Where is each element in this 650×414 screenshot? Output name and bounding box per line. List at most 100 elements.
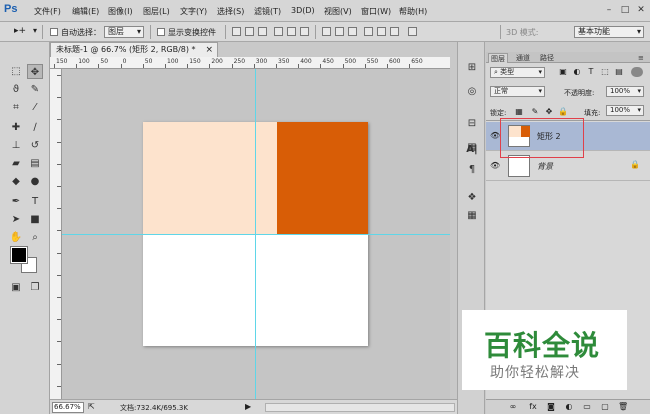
align-center-icon[interactable] bbox=[287, 27, 296, 36]
adjustment-layer-icon[interactable]: ◐ bbox=[564, 402, 574, 412]
menu-image[interactable]: 图像(I) bbox=[108, 6, 133, 17]
menu-layer[interactable]: 图层(L) bbox=[143, 6, 170, 17]
screen-mode-icon[interactable]: ❐ bbox=[27, 280, 43, 295]
layer-style-icon[interactable]: fx bbox=[528, 402, 538, 412]
filter-smart-object-icon[interactable]: ▤ bbox=[614, 67, 624, 77]
opacity-field[interactable]: 100% bbox=[606, 86, 644, 97]
auto-select-target-select[interactable]: 图层 bbox=[104, 26, 144, 38]
adjustments-panel-icon[interactable]: ⊟ bbox=[464, 116, 480, 132]
menu-help[interactable]: 帮助(H) bbox=[399, 6, 427, 17]
panel-menu-icon[interactable]: ≡ bbox=[636, 53, 646, 63]
pen-tool-icon[interactable]: ✒ bbox=[8, 194, 24, 209]
healing-brush-tool-icon[interactable]: ✚ bbox=[8, 120, 24, 135]
history-brush-tool-icon[interactable]: ↺ bbox=[27, 138, 43, 153]
ruler-vertical[interactable] bbox=[50, 69, 62, 399]
document-tab[interactable]: 未标题-1 @ 66.7% (矩形 2, RGB/8) * × bbox=[50, 42, 218, 57]
clone-stamp-tool-icon[interactable]: ⊥ bbox=[8, 138, 24, 153]
minimize-icon[interactable]: – bbox=[602, 4, 616, 16]
crop-tool-icon[interactable]: ⌗ bbox=[8, 100, 24, 115]
paragraph-panel-icon[interactable]: ¶ bbox=[464, 162, 480, 178]
zoom-tool-icon[interactable]: ⌕ bbox=[27, 230, 43, 245]
menu-type[interactable]: 文字(Y) bbox=[180, 6, 207, 17]
zoom-level-field[interactable]: 66.67% bbox=[52, 402, 84, 413]
filter-toggle[interactable] bbox=[631, 67, 643, 77]
menu-3d[interactable]: 3D(D) bbox=[291, 6, 315, 15]
link-layers-icon[interactable]: ∞ bbox=[508, 402, 518, 412]
grid-panel-icon[interactable]: ▦ bbox=[464, 208, 480, 224]
show-transform-checkbox[interactable] bbox=[157, 28, 165, 36]
dodge-tool-icon[interactable]: ● bbox=[27, 174, 43, 189]
ruler-horizontal[interactable]: 150 100 50 0 50 100 150 200 250 300 350 400 450 500 55… bbox=[50, 57, 450, 69]
blur-tool-icon[interactable]: ◆ bbox=[8, 174, 24, 189]
menu-window[interactable]: 窗口(W) bbox=[361, 6, 391, 17]
visibility-eye-icon[interactable]: 👁 bbox=[490, 161, 500, 170]
lasso-tool-icon[interactable]: ϑ bbox=[8, 82, 24, 97]
align-right-icon[interactable] bbox=[300, 27, 309, 36]
quick-mask-icon[interactable]: ▣ bbox=[8, 280, 24, 295]
history-panel-icon[interactable]: ⊞ bbox=[464, 60, 480, 76]
filter-pixel-icon[interactable]: ▣ bbox=[558, 67, 568, 77]
restore-icon[interactable]: □ bbox=[618, 4, 632, 16]
hand-tool-icon[interactable]: ✋ bbox=[8, 230, 24, 245]
move-tool-preset-icon[interactable]: ▸+ bbox=[14, 26, 26, 36]
distribute-top-icon[interactable] bbox=[322, 27, 331, 36]
peach-rectangle[interactable] bbox=[143, 122, 277, 235]
close-document-icon[interactable]: × bbox=[205, 43, 213, 57]
distribute-center-icon[interactable] bbox=[377, 27, 386, 36]
brush-tool-icon[interactable]: ∕ bbox=[27, 120, 43, 135]
type-tool-icon[interactable]: T bbox=[27, 194, 43, 209]
status-menu-arrow-icon[interactable]: ▶ bbox=[245, 402, 251, 411]
workspace-select[interactable]: 基本功能 bbox=[574, 26, 644, 38]
new-layer-icon[interactable]: ▢ bbox=[600, 402, 610, 412]
actions-panel-icon[interactable]: ◎ bbox=[464, 84, 480, 100]
lock-position-icon[interactable]: ✥ bbox=[544, 107, 554, 117]
align-top-icon[interactable] bbox=[232, 27, 241, 36]
canvas-area[interactable] bbox=[62, 69, 450, 399]
marquee-tool-icon[interactable]: ⬚ bbox=[8, 64, 24, 79]
preset-dropdown-icon[interactable]: ▾ bbox=[33, 26, 37, 35]
filter-type-icon[interactable]: T bbox=[586, 67, 596, 77]
menu-edit[interactable]: 编辑(E) bbox=[72, 6, 99, 17]
distribute-bottom-icon[interactable] bbox=[348, 27, 357, 36]
lock-transparent-icon[interactable]: ▦ bbox=[514, 107, 524, 117]
new-group-icon[interactable]: ▭ bbox=[582, 402, 592, 412]
fill-field[interactable]: 100% bbox=[606, 105, 644, 116]
horizontal-scrollbar[interactable] bbox=[265, 403, 455, 412]
filter-shape-icon[interactable]: ⬚ bbox=[600, 67, 610, 77]
tab-layers[interactable]: 图层 bbox=[488, 53, 508, 63]
quick-select-tool-icon[interactable]: ✎ bbox=[27, 82, 43, 97]
distribute-middle-icon[interactable] bbox=[335, 27, 344, 36]
close-icon[interactable]: ✕ bbox=[634, 4, 648, 16]
menu-select[interactable]: 选择(S) bbox=[217, 6, 244, 17]
eyedropper-tool-icon[interactable]: ⁄ bbox=[27, 100, 43, 115]
add-mask-icon[interactable]: ◙ bbox=[546, 402, 556, 412]
move-tool-icon[interactable]: ✥ bbox=[27, 64, 43, 79]
menu-view[interactable]: 视图(V) bbox=[324, 6, 352, 17]
blend-mode-select[interactable]: 正常 bbox=[490, 86, 545, 97]
menu-filter[interactable]: 滤镜(T) bbox=[254, 6, 281, 17]
align-left-icon[interactable] bbox=[274, 27, 283, 36]
lock-all-icon[interactable]: 🔒 bbox=[558, 107, 568, 117]
align-bottom-icon[interactable] bbox=[258, 27, 267, 36]
filter-adjustment-icon[interactable]: ◐ bbox=[572, 67, 582, 77]
lock-image-icon[interactable]: ✎ bbox=[530, 107, 540, 117]
distribute-right-icon[interactable] bbox=[390, 27, 399, 36]
export-icon[interactable]: ⇱ bbox=[88, 402, 95, 411]
layer-name[interactable]: 背景 bbox=[537, 161, 553, 172]
eraser-tool-icon[interactable]: ▰ bbox=[8, 156, 24, 171]
auto-align-icon[interactable] bbox=[408, 27, 417, 36]
styles-panel-icon[interactable]: ❖ bbox=[464, 190, 480, 206]
gradient-tool-icon[interactable]: ▤ bbox=[27, 156, 43, 171]
distribute-left-icon[interactable] bbox=[364, 27, 373, 36]
menu-file[interactable]: 文件(F) bbox=[34, 6, 61, 17]
orange-rectangle[interactable] bbox=[277, 122, 368, 235]
visibility-eye-icon[interactable]: 👁 bbox=[490, 131, 500, 140]
character-panel-icon[interactable]: A| bbox=[464, 142, 480, 158]
path-select-tool-icon[interactable]: ➤ bbox=[8, 212, 24, 227]
shape-tool-icon[interactable]: ■ bbox=[27, 212, 43, 227]
foreground-color-swatch[interactable] bbox=[10, 246, 28, 264]
auto-select-checkbox[interactable] bbox=[50, 28, 58, 36]
guide-horizontal[interactable] bbox=[62, 234, 450, 235]
tab-paths[interactable]: 路径 bbox=[538, 53, 556, 63]
delete-layer-icon[interactable]: 🗑 bbox=[618, 402, 628, 412]
